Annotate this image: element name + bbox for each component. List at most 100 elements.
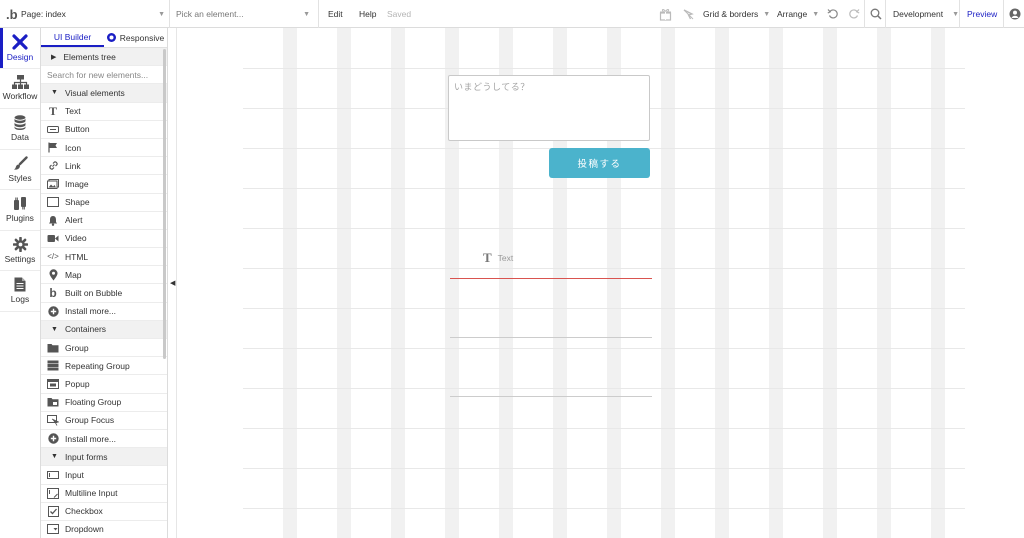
element-install-more-containers[interactable]: Install more...	[41, 430, 167, 449]
chevron-down-icon: ▼	[952, 10, 960, 18]
element-video[interactable]: Video	[41, 230, 167, 249]
element-checkbox[interactable]: Checkbox	[41, 503, 167, 521]
element-label: Text	[65, 106, 81, 117]
undo-icon[interactable]	[827, 0, 839, 28]
element-label: Link	[65, 160, 81, 171]
grid-row-line	[243, 388, 965, 389]
elements-tree-toggle[interactable]: ▶ Elements tree	[41, 48, 167, 67]
element-picker[interactable]: Pick an element... ▼	[176, 0, 316, 28]
chevron-down-icon: ▼	[763, 10, 771, 18]
sidebar-item-label: Plugins	[6, 213, 34, 224]
arrange-menu[interactable]: Arrange ▼	[777, 0, 819, 28]
sidebar-item-styles[interactable]: Styles	[0, 150, 40, 190]
grid-row-line	[243, 68, 965, 69]
element-label: Built on Bubble	[65, 288, 123, 299]
element-html[interactable]: </> HTML	[41, 248, 167, 267]
panel-scrollbar[interactable]	[163, 49, 166, 359]
element-link[interactable]: Link	[41, 157, 167, 176]
element-image[interactable]: Image	[41, 175, 167, 194]
chevron-down-icon: ▼	[158, 10, 165, 18]
flag-icon	[47, 142, 59, 154]
menu-edit[interactable]: Edit	[328, 0, 343, 28]
element-button[interactable]: Button	[41, 121, 167, 139]
element-repeating-group[interactable]: Repeating Group	[41, 357, 167, 376]
grid-row-line	[243, 468, 965, 469]
post-button[interactable]: 投稿する	[549, 148, 650, 178]
element-label: Map	[65, 269, 82, 280]
caret-left-icon: ◀	[170, 280, 176, 287]
element-input[interactable]: Input	[41, 466, 167, 485]
bubble-logo[interactable]: .b	[6, 0, 18, 28]
text-icon: T	[48, 103, 57, 118]
element-group-focus[interactable]: Group Focus	[41, 412, 167, 430]
grid-column	[391, 28, 405, 538]
menu-help[interactable]: Help	[359, 0, 376, 28]
element-label: Popup	[65, 378, 90, 389]
caret-right-icon: ▶	[51, 53, 57, 61]
sidebar-item-data[interactable]: Data	[0, 109, 40, 150]
element-search-input[interactable]: Search for new elements...	[41, 66, 167, 85]
sidebar-item-label: Styles	[8, 172, 32, 183]
environment-selector[interactable]: Development ▼	[893, 0, 959, 28]
sidebar-item-design[interactable]: Design	[0, 28, 40, 69]
tab-ui-builder[interactable]: UI Builder	[41, 28, 104, 47]
post-multiline-input[interactable]: いまどうしてる？	[448, 75, 650, 141]
brush-icon	[13, 156, 28, 170]
sidebar-item-workflow[interactable]: Workflow	[0, 69, 40, 109]
sidebar-item-plugins[interactable]: Plugins	[0, 190, 40, 231]
preview-link[interactable]: Preview	[967, 0, 997, 28]
sidebar-item-logs[interactable]: Logs	[0, 271, 40, 312]
grid-column	[715, 28, 729, 538]
search-icon[interactable]	[870, 0, 882, 28]
grid-row-line	[243, 268, 965, 269]
element-multiline-input[interactable]: Multiline Input	[41, 485, 167, 503]
design-icon	[12, 34, 28, 50]
text-element[interactable]: T Text	[483, 250, 513, 266]
editor-canvas[interactable]: いまどうしてる？ 投稿する T Text	[177, 28, 1024, 538]
element-label: Input	[65, 469, 84, 480]
divider	[318, 0, 319, 28]
divider	[864, 0, 865, 28]
sidebar-item-settings[interactable]: Settings	[0, 231, 40, 271]
element-install-more[interactable]: Install more...	[41, 303, 167, 321]
grid-column	[931, 28, 945, 538]
page-canvas[interactable]: いまどうしてる？ 投稿する T Text	[243, 28, 965, 538]
gift-icon[interactable]	[659, 0, 672, 28]
element-alert[interactable]: Alert	[41, 212, 167, 230]
element-label: Repeating Group	[65, 360, 130, 371]
section-visual-elements[interactable]: ▼ Visual elements	[41, 84, 167, 103]
tab-responsive[interactable]: Responsive	[104, 28, 167, 47]
grid-row-line	[243, 308, 965, 309]
element-map[interactable]: Map	[41, 266, 167, 285]
responsive-icon	[106, 33, 116, 42]
element-built-on-bubble[interactable]: b Built on Bubble	[41, 284, 167, 303]
element-text[interactable]: T Text	[41, 103, 167, 121]
element-icon[interactable]: Icon	[41, 139, 167, 158]
tab-responsive-label: Responsive	[119, 32, 165, 43]
element-dropdown[interactable]: Dropdown	[41, 521, 167, 538]
element-group[interactable]: Group	[41, 339, 167, 358]
grid-borders-menu[interactable]: Grid & borders ▼	[703, 0, 770, 28]
grid-column	[877, 28, 891, 538]
folder-icon	[47, 342, 59, 354]
panel-collapse-handle[interactable]: ◀	[168, 28, 177, 538]
element-floating-group[interactable]: Floating Group	[41, 394, 167, 412]
section-label: Input forms	[64, 451, 108, 462]
grid-borders-label: Grid & borders	[703, 9, 759, 19]
grid-column	[769, 28, 783, 538]
element-shape[interactable]: Shape	[41, 194, 167, 212]
section-input-forms[interactable]: ▼ Input forms	[41, 448, 167, 467]
page-selector-label: Page: index	[21, 9, 66, 19]
element-popup[interactable]: Popup	[41, 375, 167, 394]
repeating-group-border-line[interactable]	[450, 278, 652, 279]
redo-icon[interactable]	[848, 0, 860, 28]
input-icon	[47, 469, 59, 481]
chevron-down-icon: ▼	[812, 10, 820, 18]
element-label: Group Focus	[65, 415, 115, 426]
cursor-icon[interactable]	[683, 0, 694, 28]
page-selector[interactable]: Page: index ▼	[21, 0, 168, 28]
document-icon	[14, 277, 26, 292]
repeating-group-separator	[450, 396, 652, 397]
account-icon[interactable]	[1009, 0, 1021, 28]
section-containers[interactable]: ▼ Containers	[41, 320, 167, 339]
